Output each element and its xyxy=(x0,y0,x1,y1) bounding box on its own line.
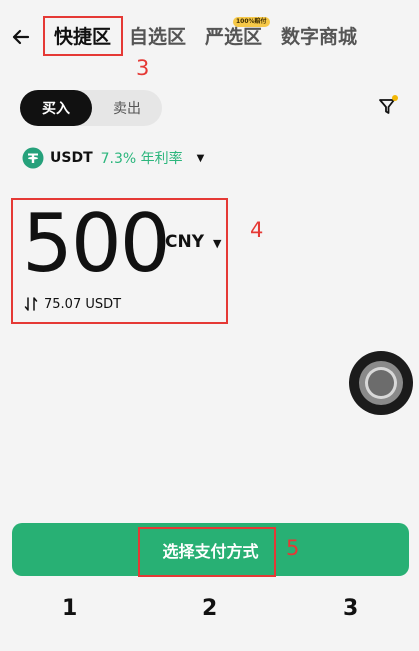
tab-strict-select[interactable]: 严选区 xyxy=(205,24,262,50)
annotation-label-amount: 4 xyxy=(250,218,264,242)
chevron-down-icon: ▼ xyxy=(196,152,205,164)
annual-rate: 7.3% 年利率 xyxy=(100,151,183,167)
sell-tab[interactable]: 卖出 xyxy=(92,90,162,126)
guarantee-badge: 100%赔付 xyxy=(233,17,270,27)
tab-self-select[interactable]: 自选区 xyxy=(129,24,186,50)
annotation-box-tabs xyxy=(43,16,123,56)
tether-icon xyxy=(22,147,44,169)
trade-toggle: 买入 卖出 xyxy=(20,90,162,126)
filter-button[interactable] xyxy=(376,94,400,118)
step-number-1: 1 xyxy=(62,596,78,621)
annotation-label-tabs: 3 xyxy=(136,56,150,80)
amount-value[interactable]: 500 xyxy=(22,196,171,292)
arrow-left-icon xyxy=(12,29,30,45)
step-number-2: 2 xyxy=(202,596,218,621)
crypto-equivalent: 75.07 USDT xyxy=(24,296,121,312)
buy-tab[interactable]: 买入 xyxy=(20,90,92,126)
coin-selector[interactable]: USDT 7.3% 年利率 ▼ xyxy=(22,146,204,170)
floating-assist-button[interactable] xyxy=(348,350,414,416)
tab-digital-mall[interactable]: 数字商城 xyxy=(281,24,357,50)
coin-name: USDT xyxy=(50,150,93,166)
annotation-label-cta: 5 xyxy=(286,536,300,560)
back-button[interactable] xyxy=(8,24,34,50)
swap-icon xyxy=(24,297,38,311)
equivalent-amount: 75.07 USDT xyxy=(44,296,122,312)
filter-icon xyxy=(379,95,398,114)
annotation-box-cta xyxy=(138,527,276,577)
chevron-down-icon[interactable]: ▼ xyxy=(213,237,221,250)
fiat-currency[interactable]: CNY xyxy=(165,232,204,252)
step-number-3: 3 xyxy=(343,596,359,621)
ring-icon xyxy=(349,351,413,415)
